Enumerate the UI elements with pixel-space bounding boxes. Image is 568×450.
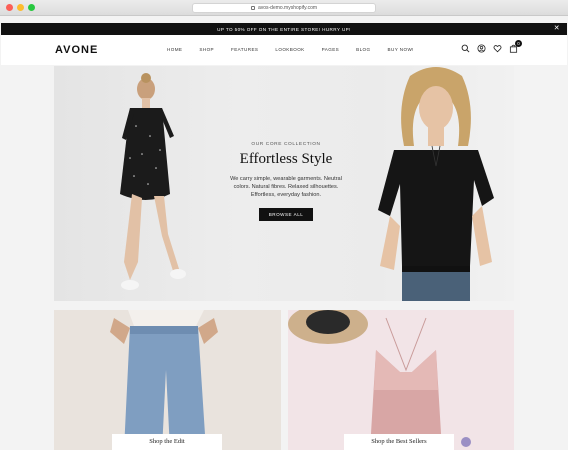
address-bar[interactable]: avos-demo.myshopify.com [192,3,376,13]
banner-jeans-image [54,310,281,450]
nav-item-home[interactable]: HOME [167,47,182,52]
site-logo[interactable]: AVONE [55,44,98,56]
cart-count-badge: 0 [515,40,522,47]
browse-all-button[interactable]: BROWSE ALL [258,208,314,221]
search-icon[interactable] [461,44,470,53]
banner-shop-best-sellers[interactable]: Shop the Best Sellers [288,310,514,450]
browser-titlebar: avos-demo.myshopify.com [0,0,568,16]
header-icons: 0 [461,40,522,53]
hero-description-line: We carry simple, wearable garments. Neut… [230,176,342,182]
nav-item-buy-now[interactable]: BUY NOW! [388,47,414,52]
nav-item-lookbook[interactable]: LOOKBOOK [275,47,304,52]
hero-description: We carry simple, wearable garments. Neut… [204,175,368,199]
hero-description-line: colors. Natural fibres. Relaxed silhouet… [233,184,339,190]
hero-description-line: Effortless, everyday fashion. [250,192,322,198]
hero-title: Effortless Style [239,151,333,167]
banner-shop-the-edit[interactable]: Shop the Edit [54,310,281,450]
hero-model-right-image [378,67,494,301]
announcement-bar: UP TO 50% OFF ON THE ENTIRE STORE! HURRY… [1,23,567,35]
hero-slide: OUR CORE COLLECTION Effortless Style We … [54,66,514,301]
account-icon[interactable] [477,44,486,53]
banner-label-shop-best-sellers: Shop the Best Sellers [344,434,454,450]
close-icon[interactable]: ✕ [554,25,560,33]
window-controls [6,4,35,11]
hero-content: OUR CORE COLLECTION Effortless Style We … [204,142,368,221]
close-window-button[interactable] [6,4,13,11]
cart-button[interactable]: 0 [509,40,522,53]
announcement-text: UP TO 50% OFF ON THE ENTIRE STORE! HURRY… [217,26,351,32]
hero-model-left-image [120,73,186,290]
minimize-window-button[interactable] [17,4,24,11]
nav-item-features[interactable]: FEATURES [231,47,258,52]
banner-lace-top-image [288,310,514,450]
nav-item-blog[interactable]: BLOG [356,47,370,52]
maximize-window-button[interactable] [28,4,35,11]
main-nav: HOME SHOP FEATURES LOOKBOOK PAGES BLOG B… [167,47,414,52]
lock-icon [250,6,255,10]
address-bar-url: avos-demo.myshopify.com [257,5,318,11]
nav-item-shop[interactable]: SHOP [199,47,214,52]
banner-label-shop-the-edit: Shop the Edit [112,434,222,450]
browser-window: avos-demo.myshopify.com UP TO 50% OFF ON… [0,0,568,450]
nav-item-pages[interactable]: PAGES [322,47,340,52]
wishlist-icon[interactable] [493,44,502,53]
site-header: AVONE HOME SHOP FEATURES LOOKBOOK PAGES … [1,35,567,65]
hero-eyebrow: OUR CORE COLLECTION [251,142,321,147]
